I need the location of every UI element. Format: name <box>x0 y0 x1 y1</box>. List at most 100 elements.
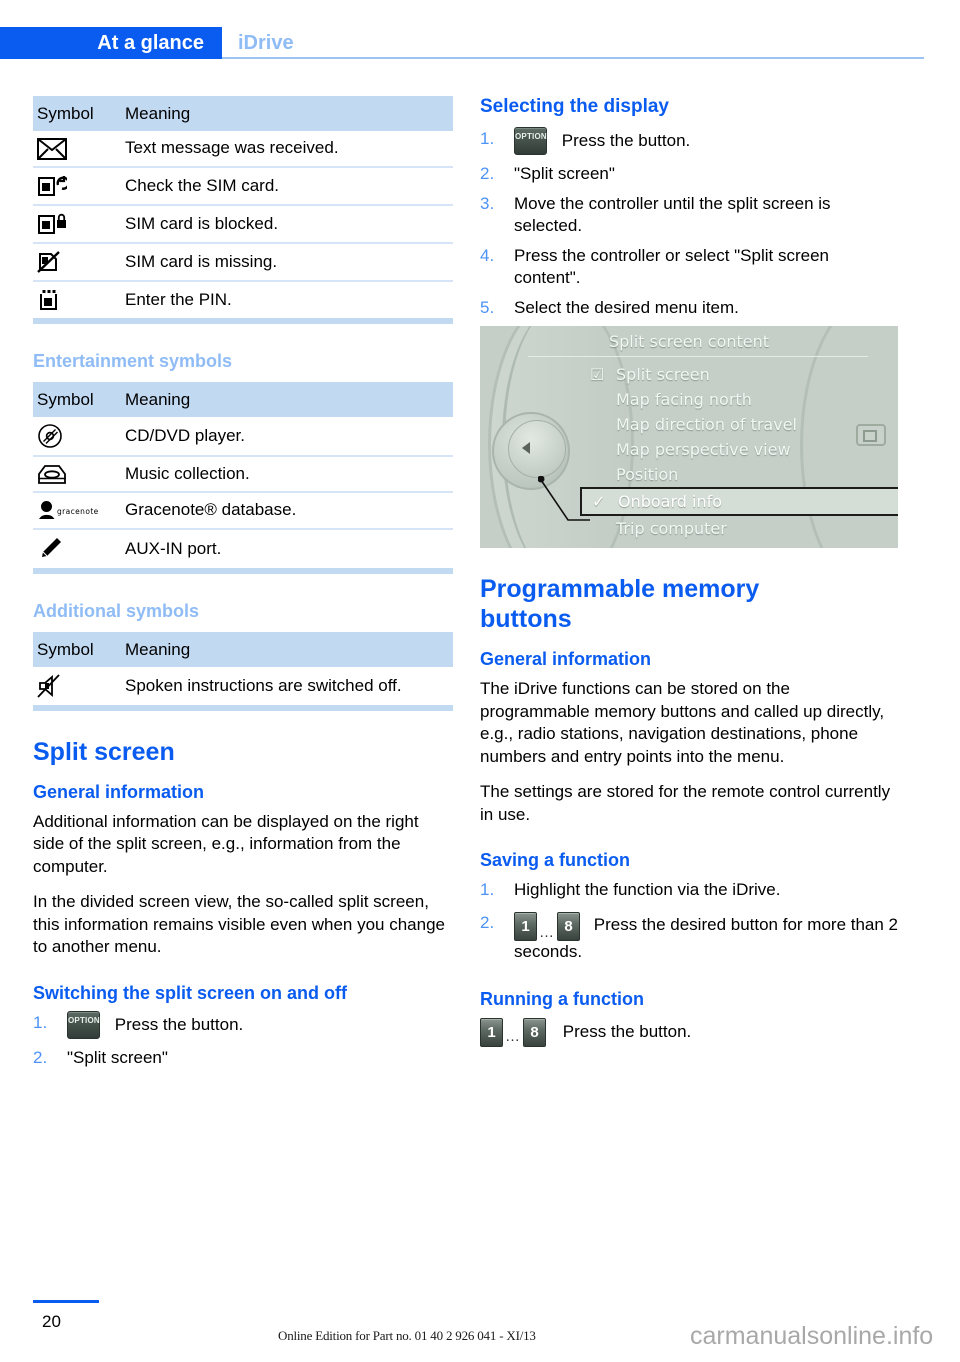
idrive-menu-item-label: Onboard info <box>618 492 723 511</box>
step-number: 2. <box>480 164 495 183</box>
table-cell-meaning: CD/DVD player. <box>125 425 245 445</box>
option-button-icon[interactable]: OPTION <box>67 1010 100 1039</box>
sim-check-icon <box>33 165 121 205</box>
cd-dvd-icon <box>33 417 121 456</box>
header-divider <box>222 57 924 59</box>
switching-steps-list: 1. OPTION Press the button. 2. "Split sc… <box>33 1010 453 1070</box>
idrive-menu-item-map-facing-north[interactable]: Map facing north <box>588 387 898 412</box>
idrive-menu-item-label: Position <box>616 465 679 484</box>
heading-entertainment-symbols: Entertainment symbols <box>33 350 233 371</box>
table-cell-meaning: Check the SIM card. <box>121 165 453 205</box>
step-text: Press the button. <box>561 131 691 151</box>
checkbox-checked-icon: ☑ <box>590 365 605 384</box>
memory-button-1-icon[interactable]: 1 <box>480 1018 503 1048</box>
table-cell-meaning: Text message was received. <box>125 138 339 158</box>
heading-additional-symbols: Additional symbols <box>33 600 200 621</box>
step-number: 2. <box>480 912 495 932</box>
table-row: Text message was received. <box>33 131 453 167</box>
svg-text:gracenote: gracenote <box>57 507 99 516</box>
step-text: Press the controller or select "Split sc… <box>514 245 829 288</box>
memory-button-8-icon[interactable]: 8 <box>557 911 580 941</box>
list-item: 4. Press the controller or select "Split… <box>480 245 900 290</box>
table-row: Spoken instructions are switched off. <box>33 667 453 705</box>
callout-pointer-line <box>538 476 590 521</box>
table-row: gracenote Gracenote® database. <box>33 491 453 529</box>
step-number: 3. <box>480 193 495 213</box>
memory-button-ellipsis: … <box>505 1028 521 1046</box>
paragraph-split-screen-1: Additional information can be displayed … <box>33 811 419 876</box>
table-cell-meaning: SIM card is blocked. <box>121 203 453 243</box>
list-item: 2. "Split screen" <box>480 163 900 186</box>
table-cell-meaning: Spoken instructions are switched off. <box>125 675 402 695</box>
left-arrow-icon <box>522 442 530 454</box>
idrive-menu-item-trip-computer[interactable]: Trip computer <box>588 516 898 541</box>
idrive-menu-item-label: Trip computer <box>616 519 727 538</box>
table-row: AUX-IN port. <box>33 527 453 568</box>
paragraph-split-screen-2: In the divided screen view, the so-calle… <box>33 892 446 957</box>
table-row: SIM card is blocked. <box>33 203 453 243</box>
idrive-screen-title: Split screen content <box>608 332 770 351</box>
heading-split-screen: Split screen <box>33 737 175 766</box>
idrive-menu-item-label: Split screen <box>616 365 710 384</box>
left-column: Symbol Meaning Text message was received… <box>33 96 453 1076</box>
step-text: Move the controller until the split scre… <box>514 193 831 236</box>
heading-running-a-function: Running a function <box>480 989 644 1009</box>
page-number: 20 <box>42 1312 61 1331</box>
heading-selecting-the-display: Selecting the display <box>480 96 669 117</box>
additional-symbols-table: Symbol Meaning Spoken instructions are s… <box>33 631 453 705</box>
idrive-menu-item-position[interactable]: Position <box>588 462 898 487</box>
list-item: 5. Select the desired menu item. <box>480 297 900 320</box>
column-header-symbol: Symbol <box>33 381 121 417</box>
paragraph-memory-1: The iDrive functions can be stored on th… <box>480 679 885 766</box>
aux-in-icon <box>33 527 121 568</box>
paragraph-memory-2: The settings are stored for the remote c… <box>480 782 891 824</box>
memory-button-1-icon[interactable]: 1 <box>514 911 537 941</box>
idrive-screenshot-figure: Split screen content ☑ Split screen Map … <box>480 326 898 548</box>
idrive-menu-item-label: Map direction of travel <box>616 415 797 434</box>
tab-at-a-glance[interactable]: At a glance <box>0 27 222 59</box>
step-number: 4. <box>480 245 495 265</box>
step-text: Press the button. <box>114 1015 244 1035</box>
saving-function-steps-list: 1. Highlight the function via the iDrive… <box>480 879 900 963</box>
idrive-menu-item-label: Map perspective view <box>616 440 791 459</box>
option-button-icon[interactable]: OPTION <box>514 127 547 155</box>
table-cell-meaning: SIM card is missing. <box>121 241 453 281</box>
memory-button-ellipsis: … <box>539 924 555 941</box>
footer-edition-text: Online Edition for Part no. 01 40 2 926 … <box>278 1328 536 1343</box>
gracenote-icon: gracenote <box>33 491 121 529</box>
table-row: Music collection. <box>33 454 453 493</box>
idrive-controller-inner-icon[interactable] <box>508 420 566 478</box>
step-number: 1. <box>480 880 495 899</box>
step-text: "Split screen" <box>514 164 615 183</box>
column-header-meaning: Meaning <box>121 631 453 667</box>
table-row: Check the SIM card. <box>33 165 453 205</box>
step-text: Select the desired menu item. <box>514 297 739 317</box>
music-collection-icon <box>33 454 121 493</box>
memory-button-8-icon[interactable]: 8 <box>523 1018 546 1048</box>
list-item: 2. "Split screen" <box>33 1047 453 1070</box>
step-text: "Split screen" <box>67 1047 168 1067</box>
tab-idrive[interactable]: iDrive <box>238 27 294 59</box>
table-header-row: Symbol Meaning <box>33 631 453 667</box>
column-header-meaning: Meaning <box>121 96 453 131</box>
page-header: At a glance iDrive <box>0 0 960 62</box>
step-number: 1. <box>480 129 495 148</box>
running-function-row: 1… 8 Press the button. <box>480 1018 900 1048</box>
list-item: 2. 1… 8 Press the desired button for more… <box>480 911 900 964</box>
step-number: 1. <box>33 1012 48 1032</box>
table-row: CD/DVD player. <box>33 417 453 456</box>
idrive-menu-item-map-perspective-view[interactable]: Map perspective view <box>588 437 898 462</box>
table-cell-meaning: Enter the PIN. <box>121 279 453 318</box>
idrive-menu-item-label: Map facing north <box>616 390 752 409</box>
idrive-menu-item-onboard-info[interactable]: ✓ Onboard info <box>580 487 898 516</box>
heading-memory-general-information: General information <box>480 649 652 669</box>
idrive-menu-item-split-screen[interactable]: ☑ Split screen <box>588 362 898 387</box>
envelope-icon <box>33 131 121 167</box>
idrive-menu-item-map-direction-of-travel[interactable]: Map direction of travel <box>588 412 898 437</box>
heading-general-information: General information <box>33 781 205 802</box>
sim-pin-icon <box>33 279 121 318</box>
list-item: 1. Highlight the function via the iDrive… <box>480 879 900 902</box>
table-header-row: Symbol Meaning <box>33 381 453 417</box>
sim-missing-icon <box>33 241 121 281</box>
selecting-display-steps-list: 1. OPTION Press the button. 2. "Split sc… <box>480 127 900 320</box>
